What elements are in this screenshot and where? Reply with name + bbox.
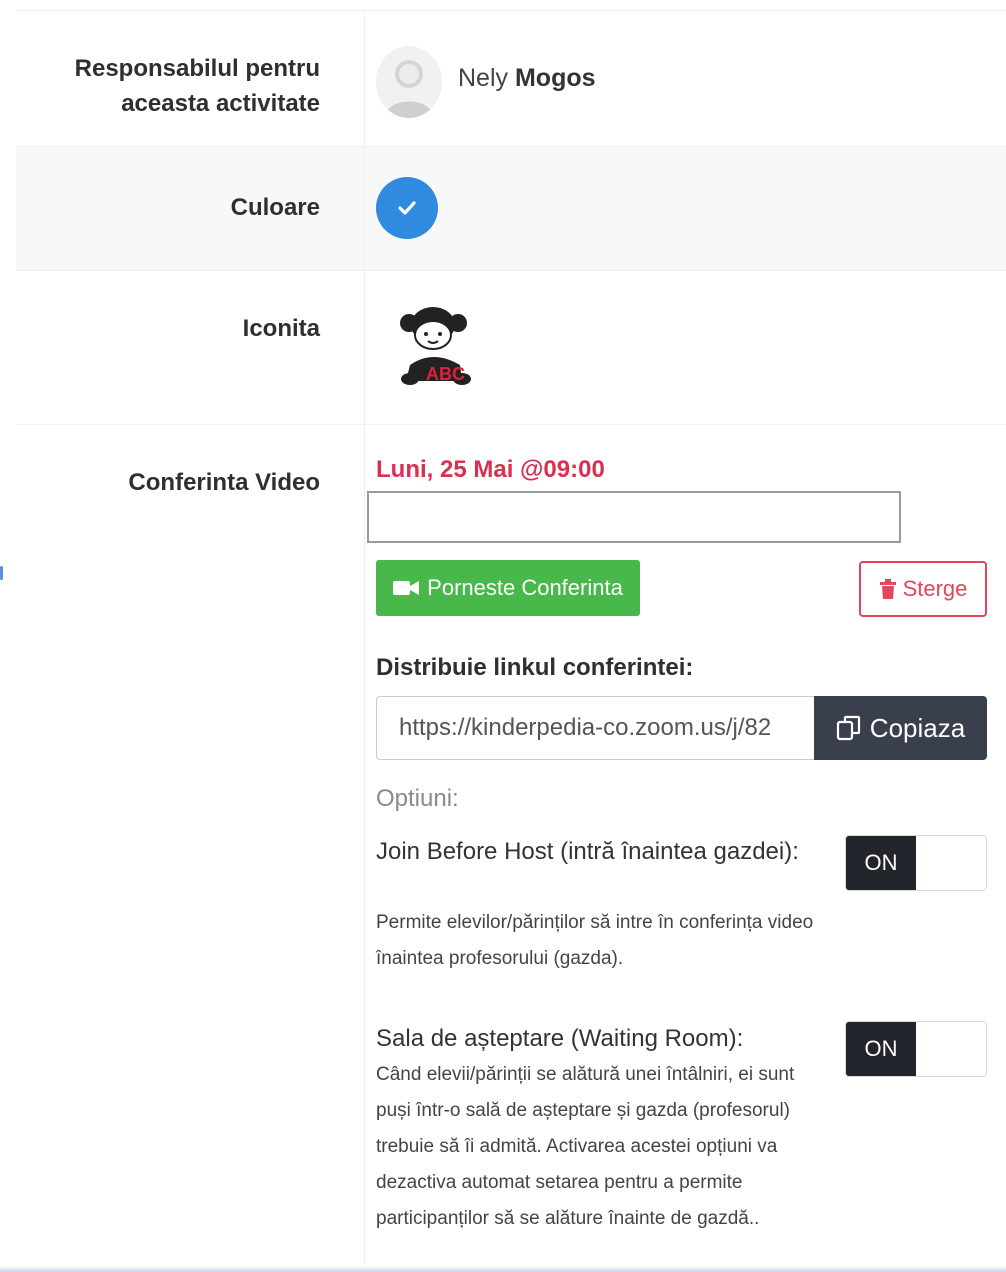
side-scroll-marker (0, 566, 3, 580)
row-color: Culoare (16, 146, 1006, 271)
options-title: Optiuni: (376, 785, 459, 812)
video-camera-icon (393, 581, 420, 595)
child-abc-icon[interactable]: ABC (396, 305, 476, 389)
selected-color-swatch[interactable] (376, 177, 438, 239)
copy-icon (836, 715, 860, 741)
copy-link-label: Copiaza (869, 712, 966, 743)
share-link-group: Copiaza (376, 696, 987, 760)
delete-conference-button[interactable]: Sterge (859, 561, 987, 617)
toggle-waiting-room-state: ON (846, 1022, 916, 1076)
conference-date: Luni, 25 Mai @09:00 (376, 456, 605, 483)
window-bottom-edge (0, 1266, 1006, 1272)
icon-letters: ABC (426, 364, 465, 384)
toggle-join-before-host[interactable]: ON (845, 835, 987, 891)
activity-details-panel: Responsabilul pentru aceasta activitate … (0, 0, 1006, 1272)
toggle-join-before-host-state: ON (846, 836, 916, 890)
option-join-before-host-description: Permite elevilor/părinților să intre în … (376, 912, 814, 969)
delete-conference-label: Sterge (902, 576, 968, 601)
conference-link-input[interactable] (376, 696, 814, 760)
option-waiting-room-title: Sala de așteptare (Waiting Room): (376, 1025, 744, 1052)
conference-text-input[interactable] (367, 491, 901, 543)
start-conference-button[interactable]: Porneste Conferinta (376, 560, 640, 616)
start-conference-label: Porneste Conferinta (427, 575, 623, 600)
video-conference-label: Conferinta Video (128, 469, 320, 496)
option-waiting-room-description: Când elevii/părinții se alătură unei înt… (376, 1064, 795, 1229)
user-avatar-icon (376, 46, 442, 118)
copy-link-button[interactable]: Copiaza (814, 696, 987, 760)
trash-icon (879, 579, 896, 599)
icon-label: Iconita (242, 315, 320, 342)
toggle-waiting-room[interactable]: ON (845, 1021, 987, 1077)
share-link-label: Distribuie linkul conferintei: (376, 654, 694, 681)
check-icon (398, 201, 416, 215)
responsible-label: Responsabilul pentru aceasta activitate (74, 55, 320, 117)
responsible-name: Nely Mogos (458, 64, 596, 92)
row-icon: Iconita (16, 270, 1006, 425)
option-join-before-host-title: Join Before Host (intră înaintea gazdei)… (376, 838, 799, 865)
color-label: Culoare (230, 194, 320, 221)
